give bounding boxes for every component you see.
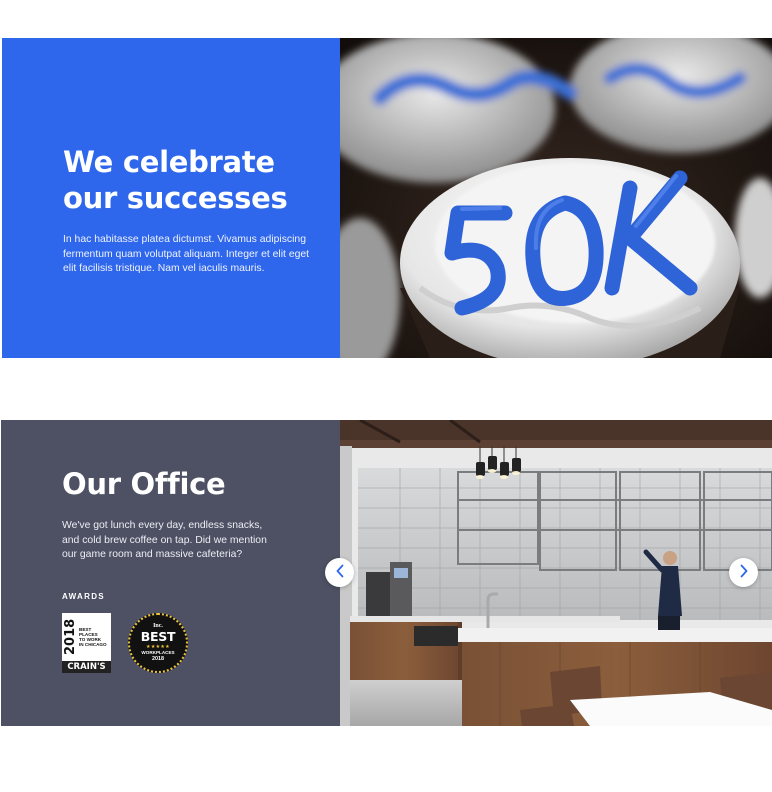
carousel-prev-button[interactable] xyxy=(325,558,354,587)
office-kitchen-photo xyxy=(340,420,772,726)
crains-badge-line-4: IN CHICAGO xyxy=(79,642,107,648)
inc-badge-subtitle: WORKPLACES xyxy=(141,649,175,655)
celebrate-heading-line-1: We celebrate xyxy=(63,145,275,179)
carousel-next-button[interactable] xyxy=(729,558,758,587)
inc-badge-year: 2018 xyxy=(152,655,164,662)
celebrate-heading-line-2: our successes xyxy=(63,181,288,215)
office-body-text: We've got lunch every day, endless snack… xyxy=(62,520,267,561)
celebrate-heading: We celebrate our successes xyxy=(63,144,340,216)
office-section: Our Office We've got lunch every day, en… xyxy=(1,420,772,726)
awards-list: 2018 BEST PLACES TO WORK IN CHICAGO CRAI… xyxy=(62,612,340,673)
chevron-right-icon xyxy=(739,564,749,581)
crains-badge-year: 2018 xyxy=(63,618,78,655)
celebrate-section: We celebrate our successes In hac habita… xyxy=(2,38,772,358)
crains-badge-text: BEST PLACES TO WORK IN CHICAGO xyxy=(79,627,107,648)
awards-label: AWARDS xyxy=(62,591,105,601)
celebrate-text-panel: We celebrate our successes In hac habita… xyxy=(2,38,340,358)
inc-badge-title: BEST xyxy=(140,628,176,644)
inc-best-workplaces-badge: Inc. BEST ★★★★★ WORKPLACES 2018 xyxy=(128,612,188,673)
cupcakes-photo xyxy=(340,38,772,358)
crains-badge-brand: CRAIN'S xyxy=(62,660,111,673)
office-heading: Our Office xyxy=(62,467,226,501)
chevron-left-icon xyxy=(335,564,345,581)
office-text-panel: Our Office We've got lunch every day, en… xyxy=(1,420,340,726)
celebrate-body-text: In hac habitasse platea dictumst. Vivamu… xyxy=(63,234,310,275)
crains-best-places-badge: 2018 BEST PLACES TO WORK IN CHICAGO CRAI… xyxy=(62,612,111,673)
